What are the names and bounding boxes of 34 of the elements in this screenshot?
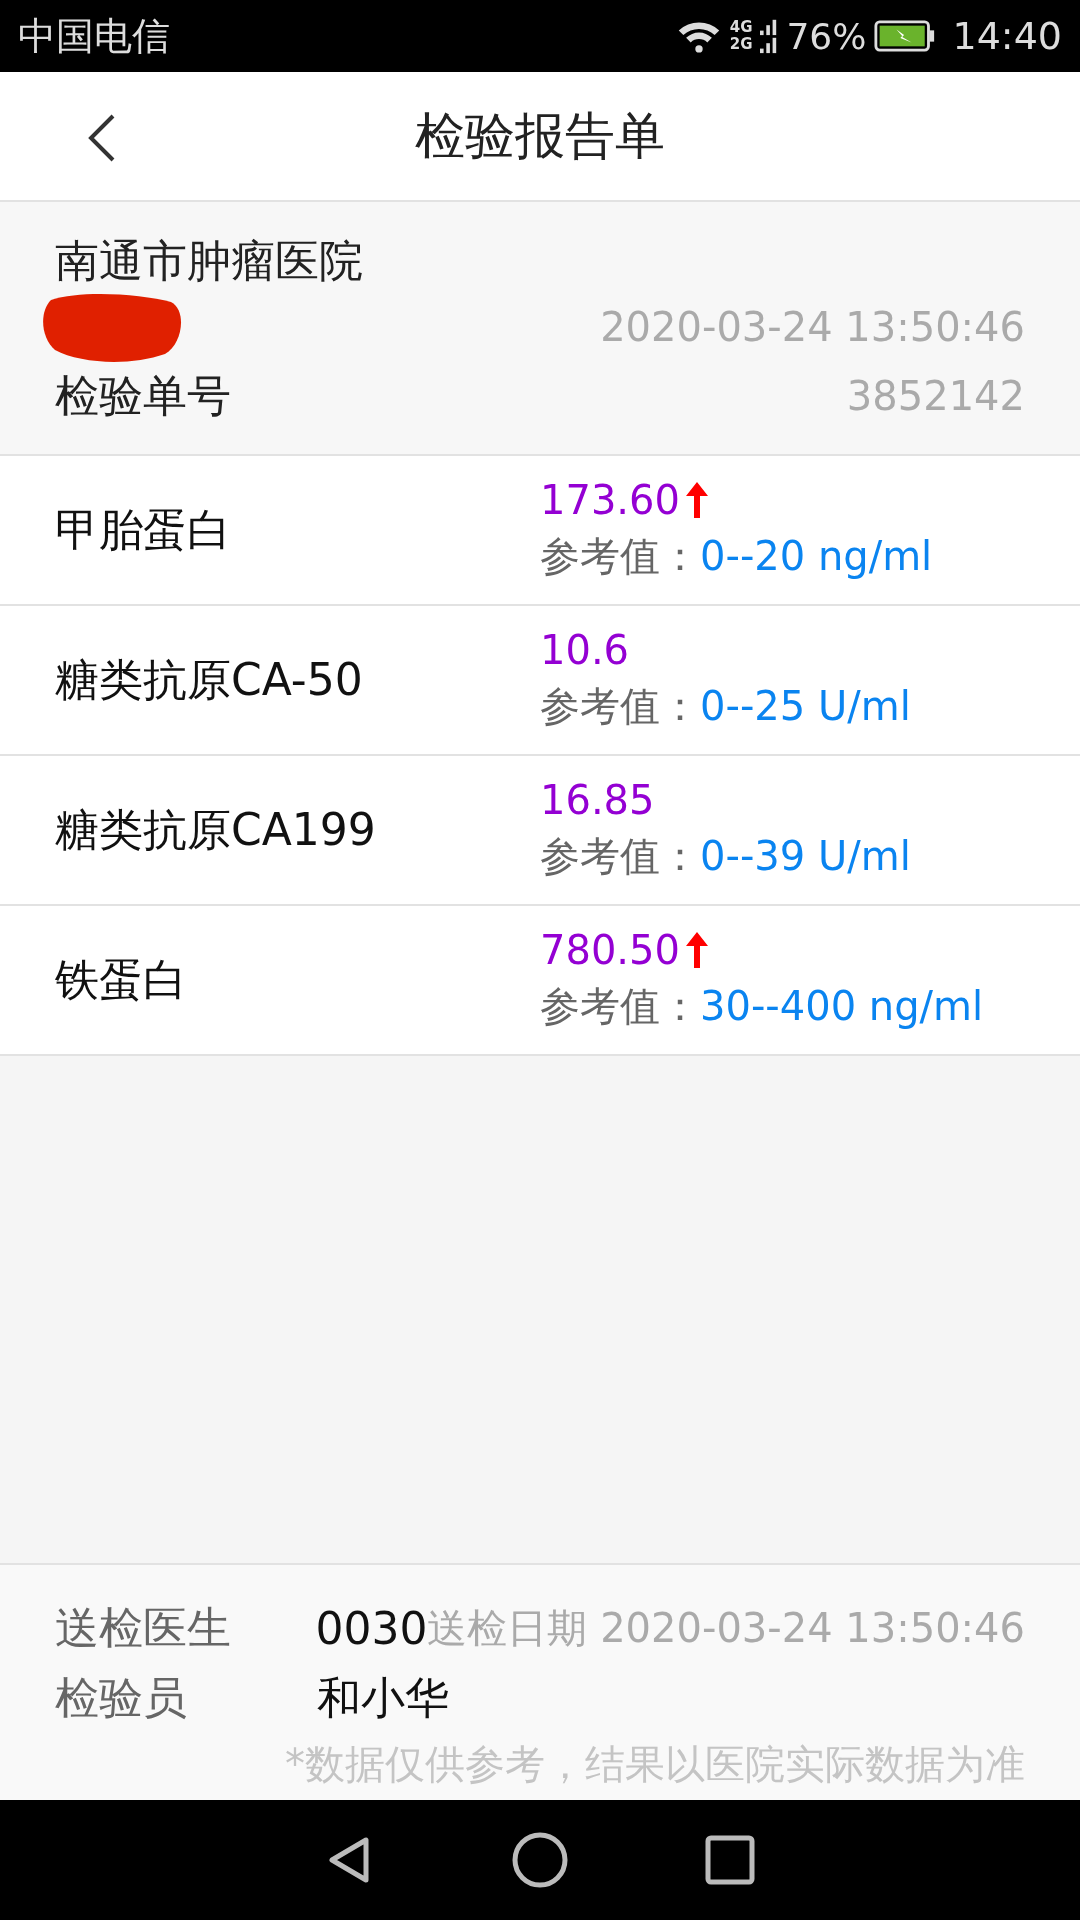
test-value: 173.60 <box>540 476 680 523</box>
reference-label: 参考值： <box>540 681 700 731</box>
doctor-value: 0030 <box>315 1602 428 1654</box>
home-icon[interactable] <box>510 1830 570 1890</box>
test-name: 甲胎蛋白 <box>55 502 232 557</box>
examiner-label: 检验员 <box>55 1670 188 1725</box>
send-date: 送检日期 2020-03-24 13:50:46 <box>427 1603 1025 1653</box>
hospital-name: 南通市肿瘤医院 <box>55 234 364 288</box>
test-name: 糖类抗原CA-50 <box>55 652 364 707</box>
reference-label: 参考值： <box>540 981 700 1031</box>
network-type: 4G <box>729 19 753 36</box>
test-name: 糖类抗原CA199 <box>55 802 377 857</box>
reference-range: 30--400 ng/ml <box>700 983 984 1029</box>
page-title: 检验报告单 <box>415 105 665 167</box>
network-type: 2G <box>729 36 753 53</box>
test-name: 铁蛋白 <box>55 952 188 1007</box>
signal-icon <box>760 17 779 55</box>
report-number: 3852142 <box>846 373 1025 419</box>
doctor-label: 送检医生 <box>55 1600 232 1655</box>
carrier-name: 中国电信 <box>18 12 171 60</box>
reference-label: 参考值： <box>540 531 700 581</box>
test-value: 10.6 <box>540 626 630 673</box>
reference-range: 0--25 U/ml <box>700 683 911 729</box>
clock-time: 14:40 <box>952 14 1062 58</box>
reference-range: 0--39 U/ml <box>700 833 911 879</box>
examiner-value: 和小华 <box>317 1670 449 1725</box>
reference-range: 0--20 ng/ml <box>700 533 933 579</box>
test-value: 780.50 <box>540 926 680 973</box>
battery-icon <box>874 20 937 52</box>
report-datetime: 2020-03-24 13:50:46 <box>600 304 1025 350</box>
test-value: 16.85 <box>540 776 655 823</box>
battery-percent: 76% <box>786 15 867 57</box>
report-number-label: 检验单号 <box>55 368 231 423</box>
reference-label: 参考值： <box>540 831 700 881</box>
